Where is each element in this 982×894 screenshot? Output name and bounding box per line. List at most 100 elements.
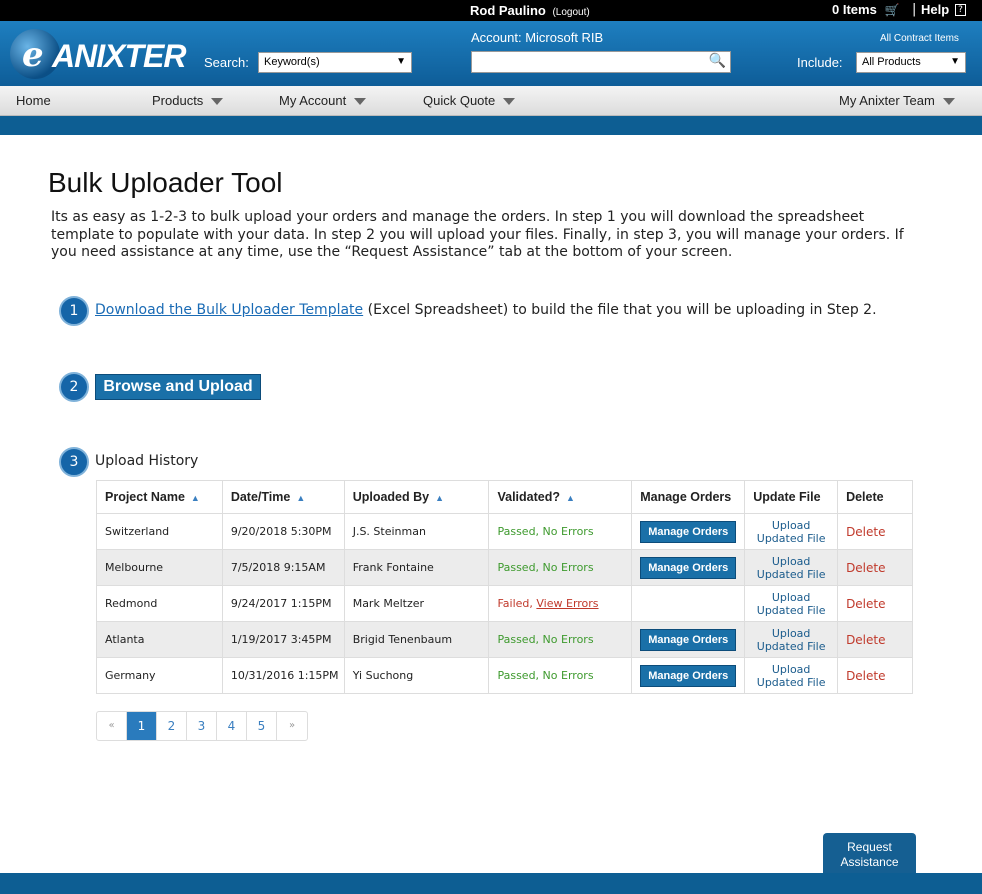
upload-updated-file-link[interactable]: Upload Updated File [744, 549, 839, 586]
all-contract-items-link[interactable]: All Contract Items [880, 33, 959, 44]
logo-word: ANIXTER [52, 38, 186, 74]
search-icon[interactable]: 🔍 [709, 53, 726, 69]
manage-cell: Manage Orders [631, 621, 746, 658]
sort-icon[interactable]: ▲︎ [296, 493, 305, 503]
upload-updated-file-link[interactable]: Upload Updated File [744, 621, 839, 658]
validation-status: Passed, No Errors [488, 513, 633, 550]
table-row: Melbourne 7/5/2018 9:15AM Frank Fontaine… [96, 549, 913, 586]
upload-updated-file-link[interactable]: Upload Updated File [744, 513, 839, 550]
assist-line-2: Assistance [840, 855, 899, 869]
header-label: Validated? [497, 490, 560, 504]
manage-orders-button[interactable]: Manage Orders [640, 556, 737, 579]
search-input[interactable]: 🔍 [471, 51, 731, 73]
footer-bar [0, 873, 982, 894]
pagination-page[interactable]: 3 [187, 712, 217, 740]
delete-link[interactable]: Delete [837, 513, 913, 550]
help-link[interactable]: Help [921, 2, 949, 17]
delete-link[interactable]: Delete [837, 621, 913, 658]
sort-icon[interactable]: ▲︎ [435, 493, 444, 503]
pagination: « 1 2 3 4 5 » [96, 711, 308, 741]
uploaded-by: Frank Fontaine [343, 549, 490, 586]
anixter-logo[interactable]: e ANIXTER [10, 29, 186, 79]
dropdown-arrow-icon: ▼ [950, 56, 960, 67]
delete-link[interactable]: Delete [837, 657, 913, 694]
chevron-down-icon [211, 98, 224, 106]
pagination-prev[interactable]: « [97, 712, 127, 740]
table-row: Atlanta 1/19/2017 3:45PM Brigid Tenenbau… [96, 621, 913, 658]
nav-my-account-label: My Account [279, 93, 347, 108]
manage-cell: Manage Orders [631, 549, 746, 586]
col-uploaded-by[interactable]: Uploaded By ▲︎ [343, 480, 490, 514]
validation-status: Passed, No Errors [488, 657, 633, 694]
manage-cell: Manage Orders [631, 657, 746, 694]
chevron-down-icon [503, 98, 516, 106]
header-label: Uploaded By [352, 490, 430, 504]
browse-upload-button[interactable]: Browse and Upload [95, 374, 261, 400]
delete-link[interactable]: Delete [837, 549, 913, 586]
table-header-row: Project Name ▲︎ Date/Time ▲︎ Uploaded By ▲︎… [96, 480, 913, 514]
search-type-select[interactable]: Keyword(s) ▼ [258, 52, 412, 73]
nav-quick-quote[interactable]: Quick Quote [423, 93, 516, 108]
updated-file-label: Updated File [756, 567, 826, 581]
help-icon[interactable]: ? [955, 4, 966, 16]
chevron-down-icon [354, 98, 367, 106]
nav-my-account[interactable]: My Account [279, 93, 367, 108]
col-validated[interactable]: Validated? ▲︎ [488, 480, 633, 514]
account-name: Account: Microsoft RIB [471, 30, 604, 45]
col-delete: Delete [837, 480, 913, 514]
intro-text: Its as easy as 1-2-3 to bulk upload your… [51, 209, 904, 260]
header-label: Update File [753, 490, 821, 504]
uploaded-by: J.S. Steinman [343, 513, 490, 550]
project-name: Redmond [96, 585, 223, 622]
cart-items[interactable]: 0 Items 🛒 [832, 2, 899, 17]
user-name-text: Rod Paulino [470, 3, 546, 18]
logo-letter: e [22, 35, 44, 75]
header-label: Date/Time [230, 490, 291, 504]
sort-icon[interactable]: ▲︎ [566, 493, 575, 503]
updated-file-label: Updated File [756, 639, 826, 653]
view-errors-link[interactable]: View Errors [536, 597, 598, 610]
step-1-badge: 1 [59, 296, 89, 326]
nav-home[interactable]: Home [16, 93, 51, 108]
nav-products[interactable]: Products [152, 93, 224, 108]
project-name: Switzerland [96, 513, 223, 550]
pagination-page[interactable]: 2 [157, 712, 187, 740]
col-project-name[interactable]: Project Name ▲︎ [96, 480, 223, 514]
sort-icon[interactable]: ▲︎ [191, 493, 200, 503]
col-date-time[interactable]: Date/Time ▲︎ [221, 480, 345, 514]
pagination-page[interactable]: 1 [127, 712, 157, 740]
upload-updated-file-link[interactable]: Upload Updated File [744, 657, 839, 694]
download-template-link[interactable]: Download the Bulk Uploader Template [95, 302, 363, 318]
uploaded-by: Brigid Tenenbaum [343, 621, 490, 658]
step-3-badge: 3 [59, 447, 89, 477]
table-row: Germany 10/31/2016 1:15PM Yi Suchong Pas… [96, 657, 913, 694]
include-select[interactable]: All Products ▼ [856, 52, 966, 73]
step-1-description: (Excel Spreadsheet) to build the file th… [363, 302, 877, 318]
request-assistance-button[interactable]: Request Assistance [823, 833, 916, 873]
logout-link[interactable]: (Logout) [552, 7, 589, 18]
header-label: Delete [846, 490, 884, 504]
upload-updated-file-link[interactable]: Upload Updated File [744, 585, 839, 622]
upload-label: Upload [771, 554, 811, 568]
project-name: Germany [96, 657, 223, 694]
delete-link[interactable]: Delete [837, 585, 913, 622]
nav-my-anixter-team[interactable]: My Anixter Team [839, 93, 955, 108]
step-1-text: Download the Bulk Uploader Template (Exc… [95, 302, 877, 318]
pagination-next[interactable]: » [277, 712, 307, 740]
updated-file-label: Updated File [756, 531, 826, 545]
manage-cell: Manage Orders [631, 513, 746, 550]
manage-cell [631, 585, 746, 622]
upload-history-label: Upload History [95, 453, 199, 469]
step-2-badge: 2 [59, 372, 89, 402]
assist-line-1: Request [847, 840, 892, 854]
pagination-page[interactable]: 5 [247, 712, 277, 740]
pagination-page[interactable]: 4 [217, 712, 247, 740]
manage-orders-button[interactable]: Manage Orders [640, 628, 737, 651]
dropdown-arrow-icon: ▼ [396, 56, 406, 67]
header-strip [0, 116, 982, 135]
manage-orders-button[interactable]: Manage Orders [640, 664, 737, 687]
manage-orders-button[interactable]: Manage Orders [640, 520, 737, 543]
date-time: 7/5/2018 9:15AM [221, 549, 345, 586]
page-title: Bulk Uploader Tool [48, 167, 283, 198]
project-name: Atlanta [96, 621, 223, 658]
